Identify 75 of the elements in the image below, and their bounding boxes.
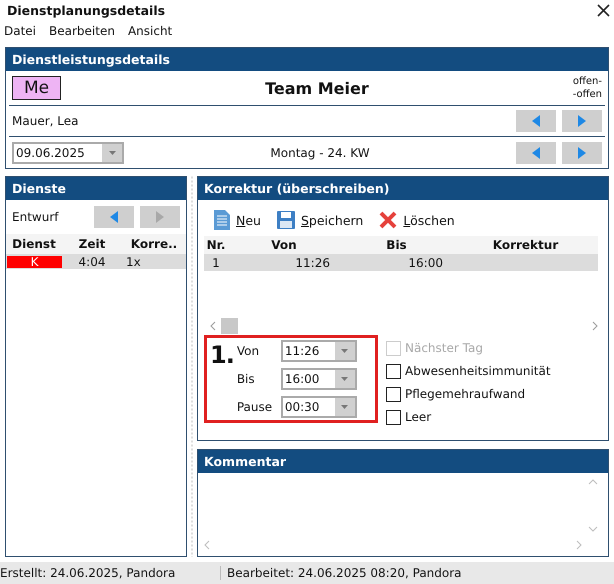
- table-row[interactable]: 1 11:26 16:00: [204, 254, 598, 271]
- time-field[interactable]: 16:00: [280, 368, 357, 390]
- menu-item[interactable]: Ansicht: [128, 24, 172, 38]
- cross-icon: [379, 211, 398, 229]
- previous-button[interactable]: [516, 110, 556, 132]
- right-triangle-icon: [578, 115, 586, 127]
- status-label: Entwurf: [12, 210, 58, 224]
- table-cell-text: 1x: [125, 254, 142, 268]
- dropdown-arrow-icon[interactable]: [108, 150, 116, 154]
- menu-item[interactable]: Datei: [4, 24, 36, 38]
- left-triangle-icon: [532, 115, 540, 127]
- field-label: Bis: [236, 372, 256, 386]
- team-badge: Me: [12, 76, 62, 100]
- column-header[interactable]: Korrektur: [453, 238, 598, 252]
- checkbox[interactable]: [386, 410, 401, 424]
- left-triangle-icon: [532, 146, 540, 158]
- scrollbar-thumb[interactable]: [221, 318, 238, 334]
- column-header[interactable]: Korre..: [122, 237, 186, 251]
- left-triangle-icon: [110, 211, 118, 223]
- scroll-left-icon[interactable]: [204, 540, 210, 550]
- field-label: Von: [236, 344, 260, 358]
- dropdown-arrow-icon[interactable]: [341, 377, 348, 381]
- panel-header: Korrektur (überschreiben): [198, 177, 608, 200]
- status-text: Erstellt: 24.06.2025, Pandora: [0, 566, 221, 580]
- table-cell-text: 16:00: [407, 256, 444, 270]
- range-label: offen-: [572, 75, 602, 88]
- scroll-right-icon[interactable]: [576, 540, 582, 550]
- column-header[interactable]: Von: [228, 238, 340, 252]
- right-triangle-icon: [578, 146, 586, 158]
- panel-header: Kommentar: [198, 450, 608, 473]
- column-header[interactable]: Dienst: [6, 237, 62, 251]
- right-triangle-icon: [156, 211, 164, 223]
- field-label: Pause: [236, 400, 274, 414]
- checkbox[interactable]: [386, 364, 401, 378]
- checkbox-label: Leer: [405, 410, 432, 424]
- dropdown-arrow-icon[interactable]: [341, 405, 348, 409]
- panel-header: Dienstleistungsdetails: [6, 48, 608, 71]
- scroll-up-icon[interactable]: [588, 479, 598, 485]
- column-header[interactable]: Nr.: [204, 238, 228, 252]
- next-button[interactable]: [562, 142, 602, 164]
- range-label: -offen: [572, 88, 602, 101]
- close-icon[interactable]: [597, 4, 610, 16]
- table-cell-text: 11:26: [294, 256, 331, 270]
- time-field[interactable]: 00:30: [280, 396, 357, 418]
- time-field[interactable]: 11:26: [280, 340, 357, 362]
- scroll-right-icon[interactable]: [592, 321, 598, 331]
- previous-button[interactable]: [94, 206, 134, 228]
- window-title: Dienstplanungsdetails: [7, 2, 166, 18]
- team-name: Team Meier: [264, 78, 370, 98]
- column-header[interactable]: Bis: [340, 238, 453, 252]
- document-icon: [214, 210, 230, 230]
- new-button[interactable]: Neu: [214, 210, 261, 230]
- scroll-down-icon[interactable]: [588, 526, 598, 532]
- entry-number: 1.: [210, 340, 234, 371]
- column-header[interactable]: Zeit: [62, 237, 122, 251]
- next-button[interactable]: [562, 110, 602, 132]
- table-cell-text: 1: [211, 256, 221, 270]
- table-cell-text: 4:04: [78, 254, 106, 268]
- checkbox-label: Pflegemehraufwand: [405, 387, 526, 401]
- checkbox-label: Abwesenheitsimmunität: [405, 364, 551, 378]
- menu-item[interactable]: Bearbeiten: [49, 24, 115, 38]
- panel-header: Dienste: [6, 177, 186, 200]
- status-text: Bearbeitet: 24.06.2025 08:20, Pandora: [226, 566, 462, 580]
- previous-button[interactable]: [516, 142, 556, 164]
- dropdown-arrow-icon[interactable]: [341, 349, 348, 353]
- person-name: Mauer, Lea: [12, 114, 80, 128]
- service-code: K: [7, 256, 62, 268]
- table-row[interactable]: K 4:04 1x: [6, 254, 186, 269]
- save-button[interactable]: Speichern: [276, 210, 364, 230]
- checkbox[interactable]: [386, 386, 401, 402]
- checkbox-label: Nächster Tag: [405, 341, 483, 355]
- date-field[interactable]: 09.06.2025: [12, 142, 124, 164]
- day-label: Montag - 24. KW: [269, 146, 371, 160]
- delete-button[interactable]: Löschen: [379, 210, 455, 230]
- scroll-left-icon[interactable]: [210, 321, 216, 331]
